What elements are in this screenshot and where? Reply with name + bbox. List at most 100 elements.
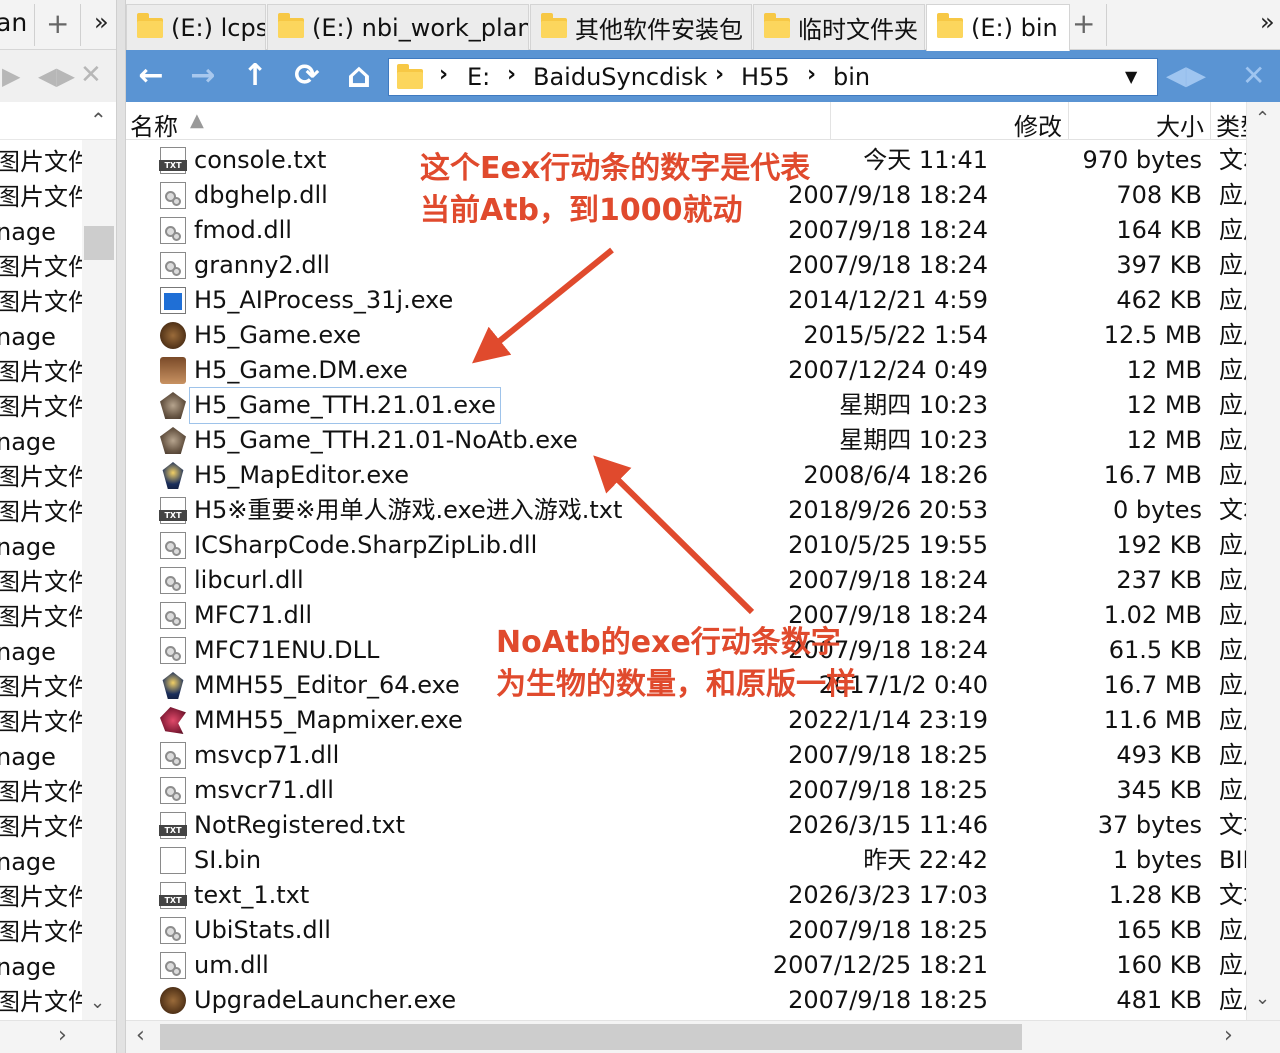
left-more-tabs-button[interactable]: » [94, 8, 109, 36]
left-list-item[interactable]: 图片文件 [0, 775, 82, 810]
file-row[interactable]: libcurl.dll 2007/9/18 18:24 237 KB 应用 [126, 563, 1246, 598]
file-row[interactable]: UpgradeLauncher.exe 2007/9/18 18:25 481 KB… [126, 983, 1246, 1018]
left-list-item[interactable]: 图片文件 [0, 390, 82, 425]
file-row[interactable]: um.dll 2007/12/25 18:21 160 KB 应用 [126, 948, 1246, 983]
vertical-scrollbar[interactable]: ⌃ ⌄ [1246, 102, 1280, 1020]
column-divider[interactable] [1210, 102, 1211, 140]
breadcrumb-separator[interactable]: › [715, 62, 724, 87]
file-row[interactable]: H5_Game_TTH.21.01-NoAtb.exe 星期四 10:23 12 M… [126, 423, 1246, 458]
tab-nbi-work-plan[interactable]: (E:) nbi_work_plan [267, 4, 529, 50]
address-dropdown-icon[interactable]: ▼ [1125, 67, 1137, 86]
scroll-down-icon[interactable]: ⌄ [1255, 988, 1270, 1009]
left-list-item[interactable]: 图片文件 [0, 565, 82, 600]
tab-lcps[interactable]: (E:) lcps [126, 4, 266, 50]
left-list-item[interactable]: nage [0, 530, 56, 565]
column-size[interactable]: 大小 [1156, 107, 1204, 142]
column-divider[interactable] [1068, 102, 1069, 140]
left-close-tab-icon[interactable]: ✕ [80, 62, 102, 88]
file-row[interactable]: MMH55_Mapmixer.exe 2022/1/14 23:19 11.6 MB… [126, 703, 1246, 738]
refresh-icon[interactable]: ⟳ [288, 58, 326, 94]
left-scroll-thumb[interactable] [84, 226, 114, 260]
file-row[interactable]: granny2.dll 2007/9/18 18:24 397 KB 应用 [126, 248, 1246, 283]
breadcrumb-baidusyncdisk[interactable]: BaiduSyncdisk [533, 63, 707, 91]
file-row[interactable]: H5_Game.DM.exe 2007/12/24 0:49 12 MB 应用 [126, 353, 1246, 388]
left-tab-prev-icon[interactable]: ▶ [2, 64, 20, 88]
breadcrumb-drive[interactable]: E: [467, 63, 490, 91]
address-bar[interactable]: › E: › BaiduSyncdisk › H55 › bin ▼ [388, 58, 1158, 96]
breadcrumb-separator[interactable]: › [439, 62, 448, 87]
scroll-right-icon[interactable]: › [1224, 1023, 1233, 1048]
breadcrumb-bin[interactable]: bin [833, 63, 870, 91]
file-size: 1.02 MB [1103, 601, 1202, 629]
column-modified[interactable]: 修改 [1014, 107, 1062, 142]
tab-prev-icon[interactable]: ◀▶ [1166, 60, 1206, 92]
left-list-item[interactable]: 图片文件 [0, 705, 82, 740]
left-list-item[interactable]: 图片文件 [0, 250, 82, 285]
left-list-item[interactable]: 图片文件 [0, 985, 82, 1020]
left-list-item[interactable]: nage [0, 215, 56, 250]
file-row[interactable]: ICSharpCode.SharpZipLib.dll 2010/5/25 19:… [126, 528, 1246, 563]
folder-icon [764, 12, 790, 38]
file-row[interactable]: SI.bin 昨天 22:42 1 bytes BIN [126, 843, 1246, 878]
file-row[interactable]: H5_MapEditor.exe 2008/6/4 18:26 16.7 MB 应用 [126, 458, 1246, 493]
left-scroll-down-icon[interactable]: ⌄ [90, 992, 105, 1013]
file-row[interactable]: UbiStats.dll 2007/9/18 18:25 165 KB 应用 [126, 913, 1246, 948]
left-list-item[interactable]: nage [0, 740, 56, 775]
left-list-item[interactable]: 图片文件 [0, 915, 82, 950]
file-size: 165 KB [1116, 916, 1202, 944]
left-list-item[interactable]: 图片文件 [0, 880, 82, 915]
breadcrumb-separator[interactable]: › [807, 62, 816, 87]
tab-temp-folder[interactable]: 临时文件夹 [753, 4, 925, 50]
left-list-item[interactable]: 图片文件 [0, 810, 82, 845]
left-scroll-right-icon[interactable]: › [58, 1023, 67, 1048]
back-arrow-icon[interactable]: ← [132, 58, 170, 94]
file-row[interactable]: H5_Game.exe 2015/5/22 1:54 12.5 MB 应用 [126, 318, 1246, 353]
file-row[interactable]: msvcr71.dll 2007/9/18 18:25 345 KB 应用 [126, 773, 1246, 808]
left-list-item[interactable]: 图片文件 [0, 460, 82, 495]
more-tabs-button[interactable]: » [1260, 8, 1275, 36]
file-name: msvcr71.dll [194, 776, 334, 804]
left-horizontal-scrollbar[interactable]: › [0, 1020, 116, 1053]
breadcrumb-separator[interactable]: › [507, 62, 516, 87]
file-row[interactable]: H5_AIProcess_31j.exe 2014/12/21 4:59 462 K… [126, 283, 1246, 318]
pane-splitter[interactable] [116, 0, 126, 1053]
left-list-item[interactable]: 图片文件 [0, 495, 82, 530]
file-row[interactable]: TXT NotRegistered.txt 2026/3/15 11:46 37 by… [126, 808, 1246, 843]
close-tab-icon[interactable]: ✕ [1242, 60, 1265, 92]
tab-bin[interactable]: (E:) bin [926, 4, 1070, 51]
left-list-item[interactable]: nage [0, 950, 56, 985]
column-divider[interactable] [830, 102, 831, 140]
left-list-item[interactable]: nage [0, 425, 56, 460]
horizontal-scroll-thumb[interactable] [160, 1024, 1022, 1050]
left-list-item[interactable]: nage [0, 845, 56, 880]
left-list-item[interactable]: 图片文件 [0, 670, 82, 705]
up-arrow-icon[interactable]: ↑ [236, 58, 274, 94]
horizontal-scrollbar[interactable]: ‹ › [126, 1020, 1280, 1053]
file-row[interactable]: H5_Game_TTH.21.01.exe 星期四 10:23 12 MB 应用 [126, 387, 1246, 424]
new-tab-button[interactable]: + [1072, 10, 1095, 38]
file-row[interactable]: TXT H5※重要※用单人游戏.exe进入游戏.txt 2018/9/26 20:5… [126, 493, 1246, 528]
file-row[interactable]: msvcp71.dll 2007/9/18 18:25 493 KB 应用 [126, 738, 1246, 773]
left-list-item[interactable]: 图片文件 [0, 145, 82, 180]
forward-arrow-icon[interactable]: → [184, 58, 222, 94]
column-name[interactable]: 名称 [130, 107, 178, 142]
left-list-item[interactable]: nage [0, 635, 56, 670]
breadcrumb-h55[interactable]: H55 [741, 63, 790, 91]
column-type[interactable]: 类型 [1216, 107, 1246, 142]
home-icon[interactable]: ⌂ [340, 58, 378, 94]
left-list-item[interactable]: 图片文件 [0, 355, 82, 390]
folder-icon [137, 12, 163, 38]
tab-software-packages[interactable]: 其他软件安装包 [530, 4, 752, 50]
file-row[interactable]: TXT text_1.txt 2026/3/23 17:03 1.28 KB 文本 [126, 878, 1246, 913]
left-list-item[interactable]: 图片文件 [0, 285, 82, 320]
left-list-item[interactable]: 图片文件 [0, 180, 82, 215]
left-new-tab-button[interactable]: + [46, 10, 69, 38]
scroll-left-icon[interactable]: ‹ [136, 1023, 145, 1048]
left-vertical-scrollbar[interactable]: ⌄ [82, 140, 116, 1020]
left-list-item[interactable]: nage [0, 320, 56, 355]
left-scroll-up-icon[interactable]: ⌃ [90, 108, 107, 132]
left-tab-list-icon[interactable]: ◀▶ [38, 64, 75, 88]
left-list-item[interactable]: 图片文件 [0, 600, 82, 635]
scroll-up-icon[interactable]: ⌃ [1255, 108, 1270, 129]
left-tab-label[interactable]: an [0, 8, 27, 37]
